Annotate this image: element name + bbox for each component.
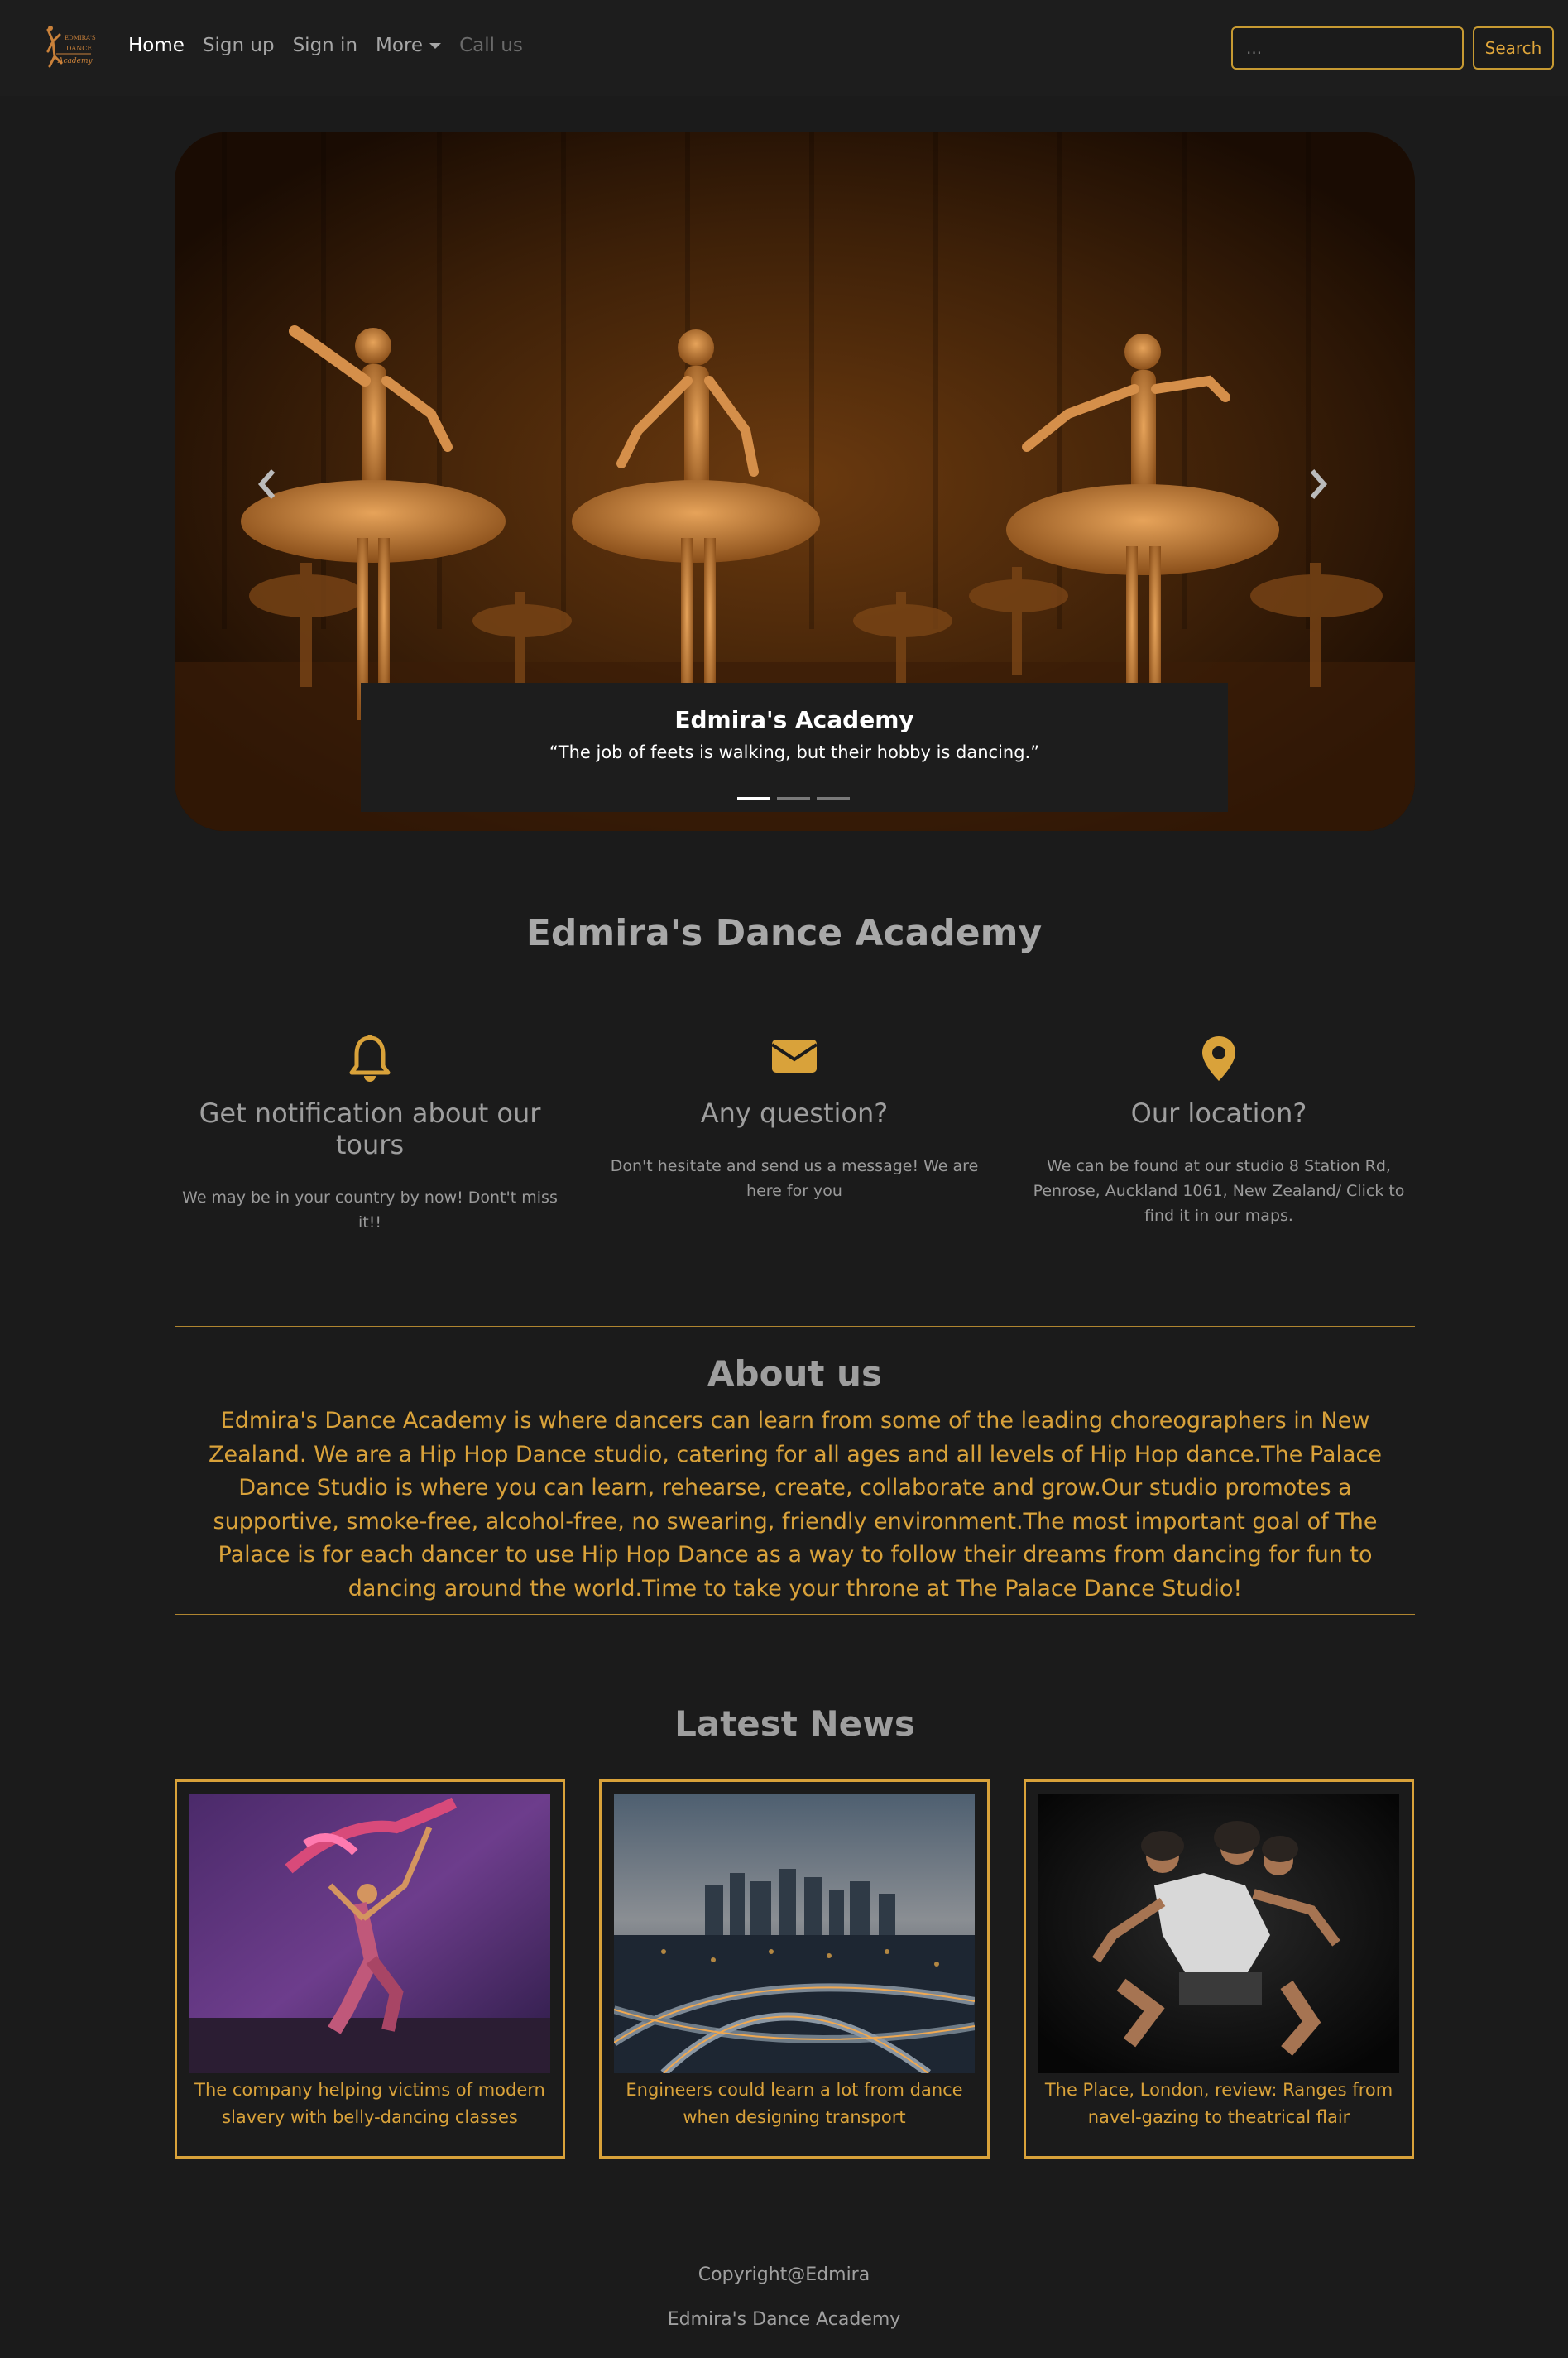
news-caption[interactable]: The company helping victims of modern sl… [185,2077,554,2131]
carousel-indicators [737,797,850,800]
nav-link-home[interactable]: Home [128,35,185,56]
search-input[interactable] [1231,26,1464,70]
nav-dropdown-more[interactable]: More [376,35,442,56]
svg-text:EDMIRA'S: EDMIRA'S [65,35,96,41]
divider [175,1614,1415,1615]
chevron-left-icon [258,469,276,499]
carousel-caption: Edmira's Academy “The job of feets is wa… [361,683,1228,812]
carousel-next-button[interactable] [1302,463,1335,505]
news-image-city-highway [614,1794,975,2073]
nav-link-call-us: Call us [459,35,523,56]
news-caption[interactable]: Engineers could learn a lot from dance w… [610,2077,979,2131]
nav-link-sign-up[interactable]: Sign up [203,35,275,56]
svg-text:DANCE: DANCE [66,45,92,52]
feature-title: Any question? [700,1097,889,1129]
chevron-right-icon [1310,469,1327,499]
footer-copyright: Copyright@Edmira [698,2264,870,2285]
carousel-indicator-1[interactable] [737,797,770,800]
about-title: About us [707,1353,882,1394]
nav-link-sign-in[interactable]: Sign in [293,35,357,56]
feature-text[interactable]: We can be found at our studio 8 Station … [1024,1154,1414,1228]
divider [175,1326,1415,1327]
nav-dropdown-more-label: More [376,35,424,56]
news-title: Latest News [674,1703,915,1744]
carousel-caption-title: Edmira's Academy [674,706,914,733]
bell-icon [175,1035,565,1083]
caret-down-icon [429,43,442,49]
about-text: Edmira's Dance Academy is where dancers … [208,1408,1383,1602]
search-button[interactable]: Search [1473,26,1554,70]
news-image-belly-dancer [189,1794,550,2073]
footer-academy-name: Edmira's Dance Academy [667,2309,901,2330]
nav-links: Home Sign up Sign in More Call us [128,35,541,56]
navbar: EDMIRA'S DANCE Academy Home Sign up Sign… [0,0,1568,96]
svg-text:Academy: Academy [57,57,94,65]
map-marker-icon[interactable] [1024,1035,1414,1083]
feature-title: Our location? [1130,1097,1307,1129]
carousel-prev-button[interactable] [250,463,283,505]
news-caption[interactable]: The Place, London, review: Ranges from n… [1034,2077,1403,2131]
feature-questions: Any question? Don't hesitate and send us… [599,1035,990,1203]
carousel-indicator-2[interactable] [777,797,810,800]
news-card[interactable]: Engineers could learn a lot from dance w… [599,1779,990,2159]
academy-logo[interactable]: EDMIRA'S DANCE Academy [36,23,96,73]
news-card[interactable]: The company helping victims of modern sl… [175,1779,565,2159]
news-image-contemporary-dancers [1038,1794,1399,2073]
feature-notifications: Get notification about our tours We may … [175,1035,565,1235]
site-title: Edmira's Dance Academy [525,912,1043,954]
news-card[interactable]: The Place, London, review: Ranges from n… [1024,1779,1414,2159]
feature-text: Don't hesitate and send us a message! We… [610,1157,979,1200]
feature-text: We may be in your country by now! Dont't… [182,1189,558,1232]
carousel-indicator-3[interactable] [817,797,850,800]
carousel-caption-text: “The job of feets is walking, but their … [549,742,1040,762]
envelope-icon[interactable] [599,1035,990,1083]
feature-location: Our location? We can be found at our stu… [1024,1035,1414,1228]
feature-title: Get notification about our tours [199,1097,541,1160]
